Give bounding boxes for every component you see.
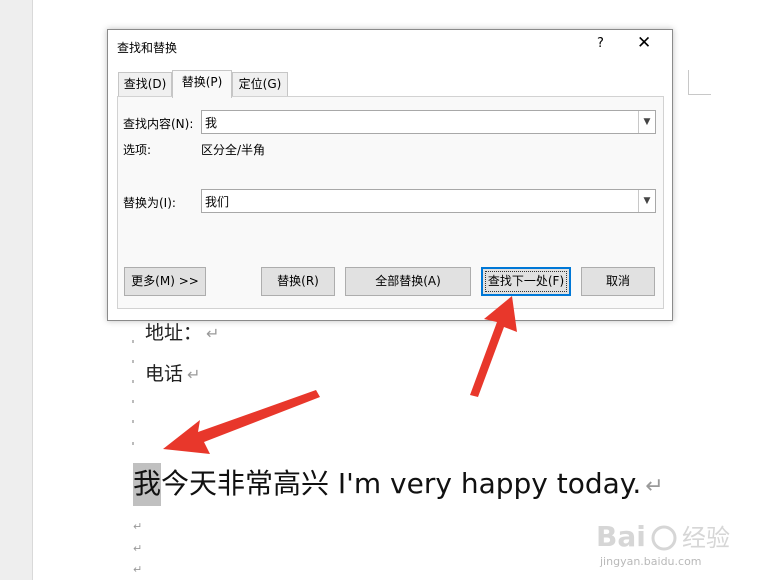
watermark-url: jingyan.baidu.com <box>600 555 702 568</box>
annotation-arrows <box>163 296 517 454</box>
arrow-to-highlight-icon <box>163 390 320 454</box>
svg-text:Bai: Bai <box>596 520 646 553</box>
svg-text:经验: 经验 <box>682 524 730 552</box>
arrow-to-find-next-icon <box>470 296 517 397</box>
tab-replace[interactable]: 替换(P) <box>172 70 232 98</box>
